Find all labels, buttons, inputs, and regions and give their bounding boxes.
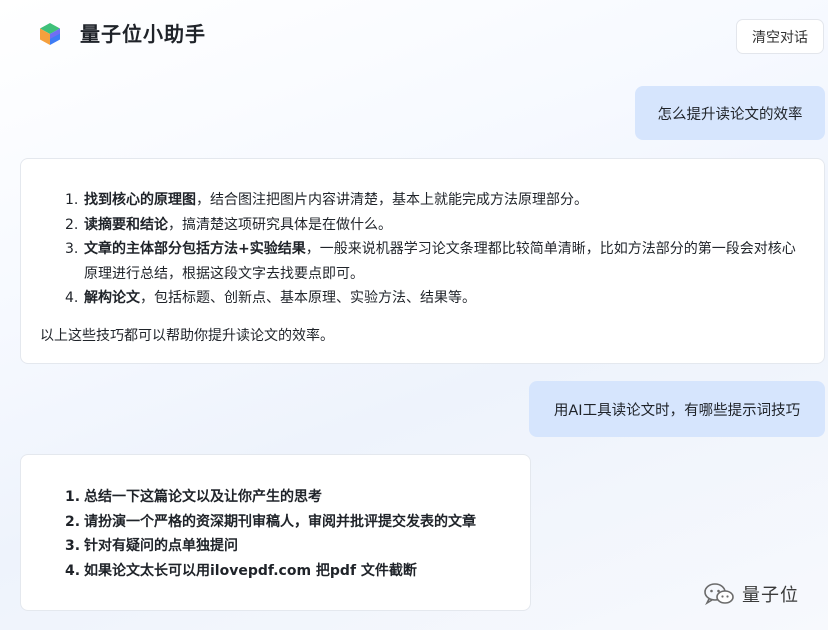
assistant-message: 1. 总结一下这篇论文以及让你产生的思考 2. 请扮演一个严格的资深期刊审稿人，审阅… (20, 454, 531, 611)
user-message: 用AI工具读论文时，有哪些提示词技巧 (529, 381, 825, 437)
list-item: 1. 总结一下这篇论文以及让你产生的思考 (65, 489, 322, 505)
list-item-bold: 找到核心的原理图 (84, 192, 196, 208)
user-message-text: 用AI工具读论文时，有哪些提示词技巧 (553, 402, 801, 419)
assistant-summary: 以上这些技巧都可以帮助你提升读论文的效率。 (40, 328, 334, 344)
assistant-answer-list: 1. 总结一下这篇论文以及让你产生的思考 2. 请扮演一个严格的资深期刊审稿人，审阅… (61, 485, 521, 583)
list-item: 4. 解构论文，包括标题、创新点、基本原理、实验方法、结果等。 (65, 290, 476, 306)
assistant-message: 1. 找到核心的原理图，结合图注把图片内容讲清楚，基本上就能完成方法原理部分。 2… (20, 158, 825, 364)
list-item-text: 如果论文太长可以用ilovepdf.com 把pdf 文件截断 (84, 562, 417, 579)
app-title: 量子位小助手 (80, 22, 206, 46)
list-item-bold: 文章的主体部分包括方法+实验结果 (84, 241, 306, 257)
list-item-text: ，搞清楚这项研究具体是在做什么。 (168, 216, 392, 233)
list-item-text: 针对有疑问的点单独提问 (84, 538, 238, 554)
list-item: 3. 针对有疑问的点单独提问 (65, 538, 238, 554)
list-item-bold: 读摘要和结论 (84, 216, 168, 233)
list-item: 4. 如果论文太长可以用ilovepdf.com 把pdf 文件截断 (65, 562, 417, 579)
list-item: 3. 文章的主体部分包括方法+实验结果，一般来说机器学习论文条理都比较简单清晰，比… (65, 241, 796, 282)
list-item-text: ，包括标题、创新点、基本原理、实验方法、结果等。 (140, 290, 476, 306)
list-item-text: 请扮演一个严格的资深期刊审稿人，审阅并批评提交发表的文章 (84, 513, 476, 530)
app-logo-icon (40, 23, 60, 45)
user-message-text: 怎么提升读论文的效率 (657, 106, 803, 123)
wechat-icon (704, 583, 734, 606)
watermark-text: 量子位 (742, 585, 799, 606)
assistant-answer-list: 1. 找到核心的原理图，结合图注把图片内容讲清楚，基本上就能完成方法原理部分。 2… (61, 188, 806, 311)
watermark: 量子位 (703, 581, 813, 607)
list-item-text: 总结一下这篇论文以及让你产生的思考 (84, 489, 322, 505)
clear-conversation-button[interactable]: 清空对话 (736, 19, 824, 54)
list-item: 2. 请扮演一个严格的资深期刊审稿人，审阅并批评提交发表的文章 (65, 513, 476, 530)
header: 量子位小助手 清空对话 (0, 0, 828, 70)
list-item-bold: 解构论文 (84, 290, 140, 306)
list-item: 2. 读摘要和结论，搞清楚这项研究具体是在做什么。 (65, 216, 392, 233)
list-item: 1. 找到核心的原理图，结合图注把图片内容讲清楚，基本上就能完成方法原理部分。 (65, 192, 588, 208)
user-message: 怎么提升读论文的效率 (635, 86, 825, 140)
list-item-text: ，结合图注把图片内容讲清楚，基本上就能完成方法原理部分。 (196, 192, 588, 208)
